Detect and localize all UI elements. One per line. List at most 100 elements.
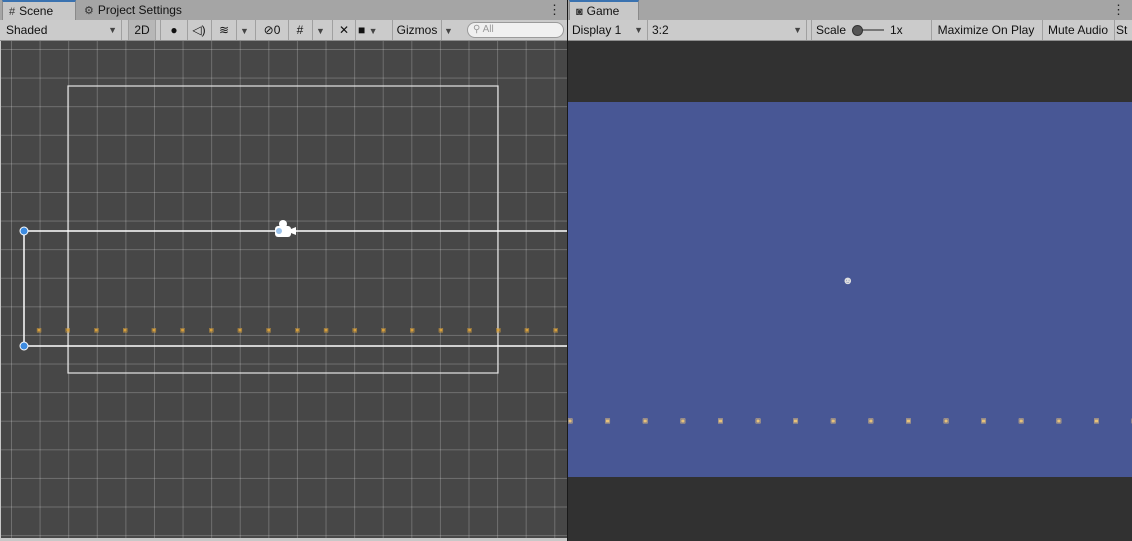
game-crate-sprite: ▣ [905, 416, 911, 425]
game-tabbar: ◙ Game ⋮ [568, 0, 1132, 21]
tools-button[interactable]: ✕ [332, 20, 356, 40]
scene-crate-sprite: ▣ [524, 326, 529, 334]
scene-menu-kebab-icon[interactable]: ⋮ [548, 2, 561, 18]
lighting-toggle-button[interactable]: ● [160, 20, 188, 40]
chevron-down-icon: ▼ [793, 25, 802, 35]
scene-crate-sprite: ▣ [36, 326, 42, 334]
scene-viewport[interactable]: ▣ ▣ ▣ ▣ ▣ ▣ ▣ ▣ ▣ ▣ ▣ ▣ ▣ ▣ ▣ ▣ ▣ ▣ ▣ [1, 41, 567, 538]
chevron-down-icon: ▼ [368, 26, 378, 36]
scene-crate-sprite: ▣ [352, 326, 357, 334]
maximize-on-play-label: Maximize On Play [937, 23, 1035, 37]
chevron-down-icon: ▼ [316, 26, 325, 36]
scene-crate-sprite: ▣ [65, 326, 70, 334]
scale-slider-knob[interactable] [852, 25, 863, 36]
scale-value: 1x [890, 23, 903, 37]
camera-dropdown[interactable]: ■ ▼ [358, 20, 390, 40]
gizmos-label: Gizmos [396, 23, 438, 37]
effects-toggle-button[interactable]: ≋ [212, 20, 237, 40]
game-crate-sprite: ▣ [868, 416, 874, 425]
game-panel: ◙ Game ⋮ Display 1 ▼ 3:2 ▼ Scale 1x Maxim… [568, 0, 1132, 541]
game-crate-sprite: ▣ [568, 416, 573, 425]
toggle-2d-button[interactable]: 2D [128, 20, 156, 40]
hidden-count: 0 [273, 23, 281, 37]
scene-crate-sprite: ▣ [122, 326, 128, 334]
chevron-down-icon: ▼ [634, 25, 643, 35]
scene-crate-sprite: ▣ [467, 326, 472, 334]
shading-mode-dropdown[interactable]: Shaded ▼ [0, 20, 122, 40]
stats-label: St [1116, 23, 1128, 37]
grid-dropdown[interactable]: ▼ [316, 20, 328, 40]
grid-toggle-button[interactable]: # [288, 20, 313, 40]
chevron-down-icon: ▼ [444, 26, 453, 36]
scene-crate-sprite: ▣ [237, 326, 242, 334]
game-menu-kebab-icon[interactable]: ⋮ [1112, 2, 1125, 18]
display-label: Display 1 [572, 23, 622, 37]
scene-crate-sprite: ▣ [553, 326, 558, 334]
aspect-ratio-dropdown[interactable]: 3:2 ▼ [649, 20, 807, 40]
lightbulb-icon: ● [170, 23, 178, 37]
game-crate-sprite: ▣ [1056, 416, 1062, 425]
hierarchy-search-input[interactable]: ⚲ All [467, 22, 564, 38]
tab-scene[interactable]: # Scene [2, 0, 76, 21]
scene-crate-sprite: ▣ [496, 326, 501, 334]
chevron-down-icon: ▼ [108, 25, 117, 35]
scale-label: Scale [816, 23, 847, 37]
rect-handle-top-left[interactable] [19, 226, 29, 236]
stats-toggle[interactable]: St [1116, 20, 1132, 40]
eye-slash-icon: ⊘ [263, 23, 274, 37]
game-crate-sprite: ▣ [680, 416, 686, 425]
scene-toolbar: Shaded ▼ 2D ● ◁) ≋ ▼ ⊘0 # ▼ ✕ ■ ▼ Gizmos… [0, 20, 567, 41]
search-placeholder: All [482, 24, 494, 35]
scene-crate-sprite: ▣ [323, 326, 329, 334]
speaker-icon: ◁) [192, 23, 206, 37]
toggle-2d-label: 2D [134, 23, 150, 37]
scene-visibility-toggle[interactable]: ⊘0 [255, 20, 289, 40]
game-crate-sprite: ▣ [1018, 416, 1024, 425]
game-crate-sprite: ▣ [717, 416, 723, 425]
effects-dropdown[interactable]: ▼ [240, 20, 252, 40]
search-icon: ⚲ [473, 24, 481, 35]
layers-icon: ≋ [218, 23, 230, 37]
tab-game[interactable]: ◙ Game [569, 0, 639, 21]
game-crate-sprite: ▣ [755, 416, 761, 425]
display-dropdown[interactable]: Display 1 ▼ [568, 20, 648, 40]
scene-crate-sprite: ▣ [409, 326, 415, 334]
game-toolbar: Display 1 ▼ 3:2 ▼ Scale 1x Maximize On P… [568, 20, 1132, 41]
chevron-down-icon: ▼ [240, 26, 249, 36]
game-crate-sprite: ▣ [943, 416, 949, 425]
aspect-ratio-label: 3:2 [652, 23, 669, 37]
game-viewport[interactable]: ☻ ▣ ▣ ▣ ▣ ▣ ▣ ▣ ▣ ▣ ▣ ▣ ▣ ▣ ▣ ▣ ▣ [568, 41, 1132, 541]
tab-scene-label: Scene [19, 4, 54, 18]
scene-crate-sprite: ▣ [381, 326, 386, 334]
scene-crate-sprite: ▣ [94, 326, 99, 334]
audio-toggle-button[interactable]: ◁) [187, 20, 212, 40]
game-crate-sprite: ▣ [605, 416, 610, 425]
scene-gizmo-layer [19, 85, 567, 374]
mute-audio-label: Mute Audio [1047, 23, 1109, 37]
tab-game-label: Game [586, 4, 620, 18]
scale-slider[interactable]: Scale 1x [811, 20, 932, 40]
scene-tabbar: # Scene ⚙ Project Settings ⋮ [0, 0, 567, 21]
maximize-on-play-toggle[interactable]: Maximize On Play [930, 20, 1043, 40]
scene-panel: # Scene ⚙ Project Settings ⋮ Shaded ▼ 2D ●… [0, 0, 567, 541]
tab-project-settings[interactable]: ⚙ Project Settings [78, 1, 188, 20]
gizmos-dropdown[interactable]: ▼ [444, 20, 458, 40]
scene-crate-sprite: ▣ [438, 326, 443, 334]
game-crate-sprite: ▣ [830, 416, 836, 425]
scene-crate-sprite: ▣ [151, 326, 156, 334]
mute-audio-toggle[interactable]: Mute Audio [1042, 20, 1115, 40]
tools-icon: ✕ [338, 23, 350, 37]
rect-handle-bottom-left[interactable] [19, 341, 29, 351]
gizmos-button[interactable]: Gizmos [392, 20, 442, 40]
game-crate-sprite: ▣ [1127, 416, 1132, 426]
tab-project-settings-label: Project Settings [97, 3, 182, 17]
game-crate-sprite: ▣ [1093, 416, 1099, 425]
camera-gizmo-icon[interactable] [275, 220, 296, 237]
player-character-sprite: ☻ [842, 275, 854, 287]
game-crate-sprite: ▣ [642, 416, 648, 425]
scene-crate-sprite: ▣ [180, 326, 185, 334]
game-render-area: ☻ ▣ ▣ ▣ ▣ ▣ ▣ ▣ ▣ ▣ ▣ ▣ ▣ ▣ ▣ ▣ ▣ [568, 102, 1132, 477]
gear-icon: ⚙ [84, 5, 94, 17]
scene-crate-sprite: ▣ [266, 326, 271, 334]
shading-mode-label: Shaded [6, 23, 48, 37]
